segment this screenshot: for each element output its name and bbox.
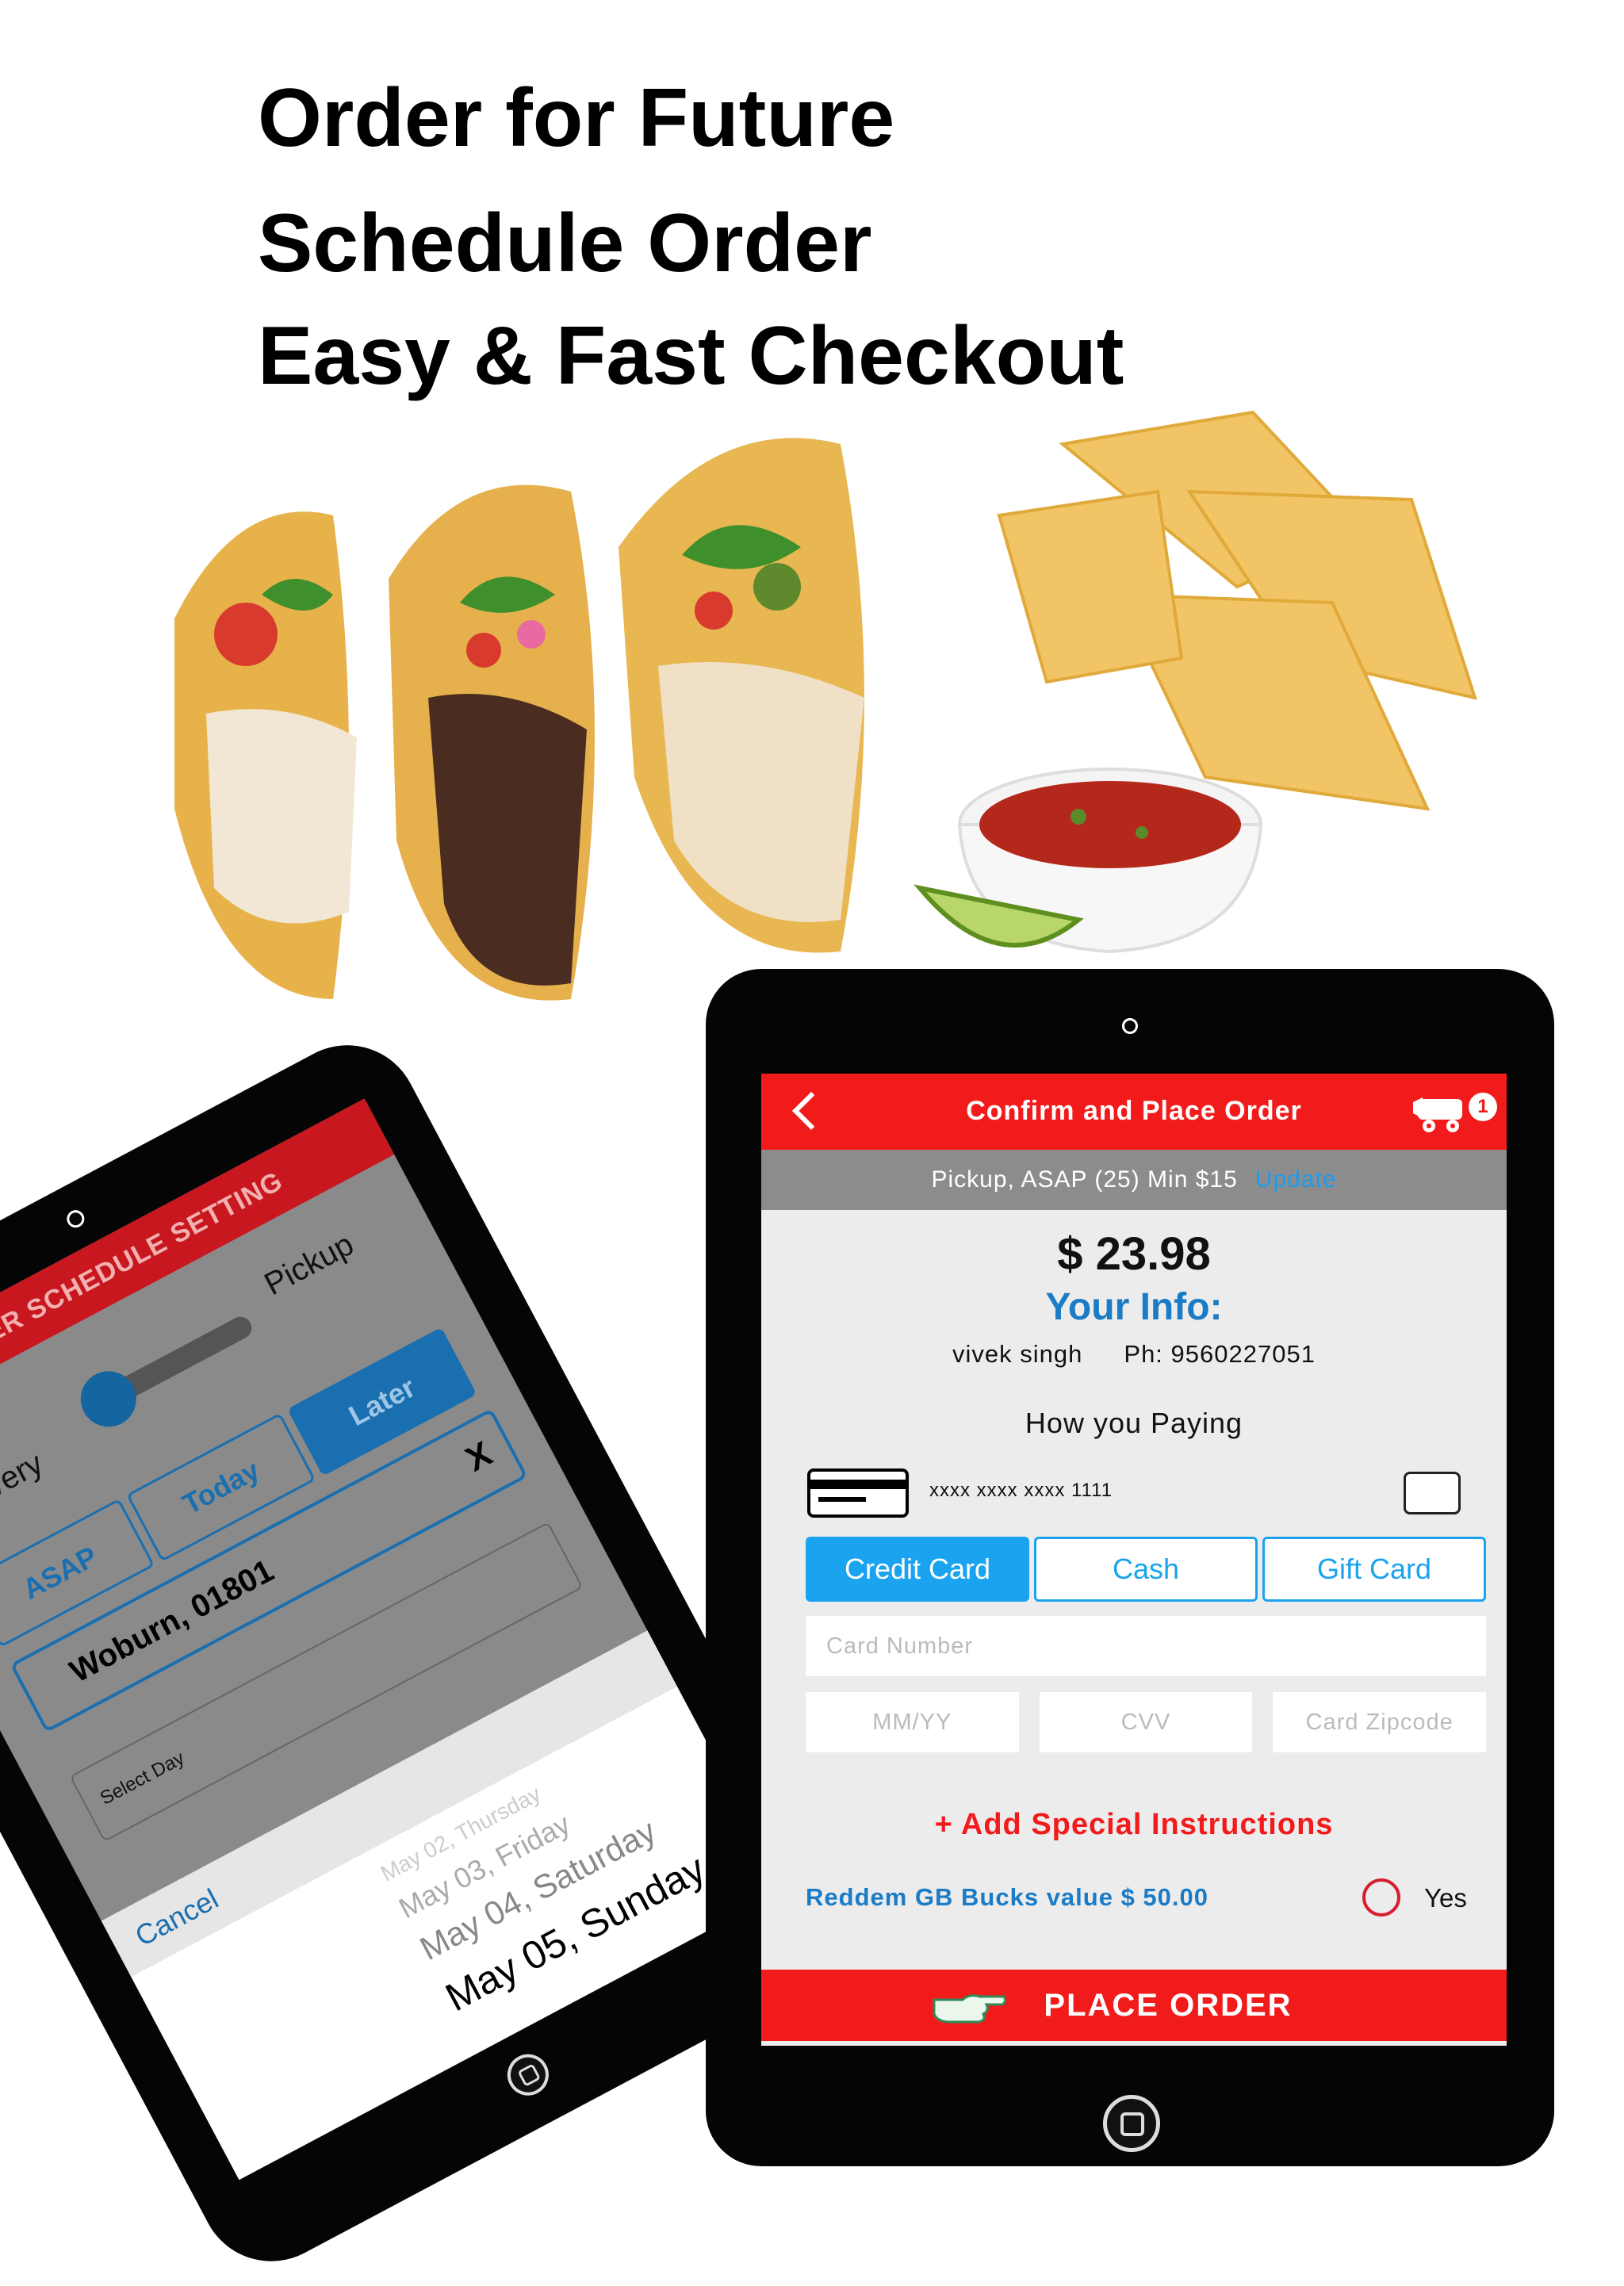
tab-gift-card[interactable]: Gift Card [1262,1537,1486,1602]
credit-card-icon [807,1468,909,1518]
taco-3 [619,438,864,953]
order-summary-bar: Pickup, ASAP (25) Min $15 Update [761,1150,1507,1210]
order-summary: Pickup, ASAP (25) Min $15 [931,1166,1238,1193]
order-total: $ 23.98 [1057,1228,1211,1280]
delivery-label: Delivery [0,1446,49,1531]
bucks-row: Reddem GB Bucks value $ 50.00 Yes [761,1875,1507,1923]
tortilla-chips [997,410,1477,811]
checkout-tablet: Confirm and Place Order 1 Pickup, ASAP (… [706,969,1554,2166]
pickup-label: Pickup [259,1227,360,1303]
tablet-camera [1122,1018,1138,1034]
customer-info: vivek singh Ph: 9560227051 [761,1340,1507,1369]
cancel-button[interactable]: Cancel [130,1882,224,1954]
headline-easy-checkout: Easy & Fast Checkout [258,310,1124,402]
your-info-title: Your Info: [1045,1286,1223,1328]
redeem-radio[interactable] [1362,1878,1400,1916]
customer-name: vivek singh [952,1340,1083,1368]
page-title: Confirm and Place Order [966,1096,1302,1126]
select-day-label: Select Day [96,1747,189,1809]
tablet-camera [63,1207,88,1231]
taco-2 [389,484,595,1001]
card-number-field[interactable]: Card Number [806,1616,1486,1676]
place-order-button[interactable]: PLACE ORDER [761,1970,1507,2041]
tab-credit-card[interactable]: Credit Card [806,1537,1029,1602]
cart-count-badge: 1 [1469,1093,1497,1121]
place-order-label: PLACE ORDER [1044,1987,1293,2023]
tab-cash[interactable]: Cash [1034,1537,1258,1602]
add-special-instructions-link[interactable]: + Add Special Instructions [761,1808,1507,1842]
redeem-yes-label: Yes [1424,1883,1467,1913]
customer-phone: Ph: 9560227051 [1124,1340,1316,1368]
home-button[interactable] [1103,2095,1160,2152]
expiry-field[interactable]: MM/YY [806,1692,1019,1752]
payment-title: How you Paying [1025,1407,1243,1439]
masked-card-number: xxxx xxxx xxxx 1111 [929,1480,1113,1501]
saved-card-row: xxxx xxxx xxxx 1111 [761,1461,1507,1532]
checkout-screen: Confirm and Place Order 1 Pickup, ASAP (… [761,1074,1507,2046]
bucks-label: Reddem GB Bucks value $ 50.00 [806,1883,1209,1911]
payment-method-tabs: Credit Card Cash Gift Card [806,1537,1486,1602]
saved-card-checkbox[interactable] [1404,1472,1461,1514]
card-details-row: MM/YY CVV Card Zipcode [806,1692,1487,1752]
headline-order-future: Order for Future [258,72,895,164]
update-link[interactable]: Update [1255,1166,1337,1193]
home-button[interactable] [500,2047,557,2103]
headline-schedule-order: Schedule Order [258,197,872,289]
app-header: Confirm and Place Order 1 [761,1074,1507,1150]
zipcode-field[interactable]: Card Zipcode [1273,1692,1487,1752]
cvv-field[interactable]: CVV [1039,1692,1253,1752]
pointing-hand-icon [933,1994,1007,2024]
taco-1 [174,511,357,999]
schedule-screen: ORDER SCHEDULE SETTING Delivery Pickup A… [0,1098,786,2181]
clear-location-button[interactable]: X [459,1434,498,1480]
